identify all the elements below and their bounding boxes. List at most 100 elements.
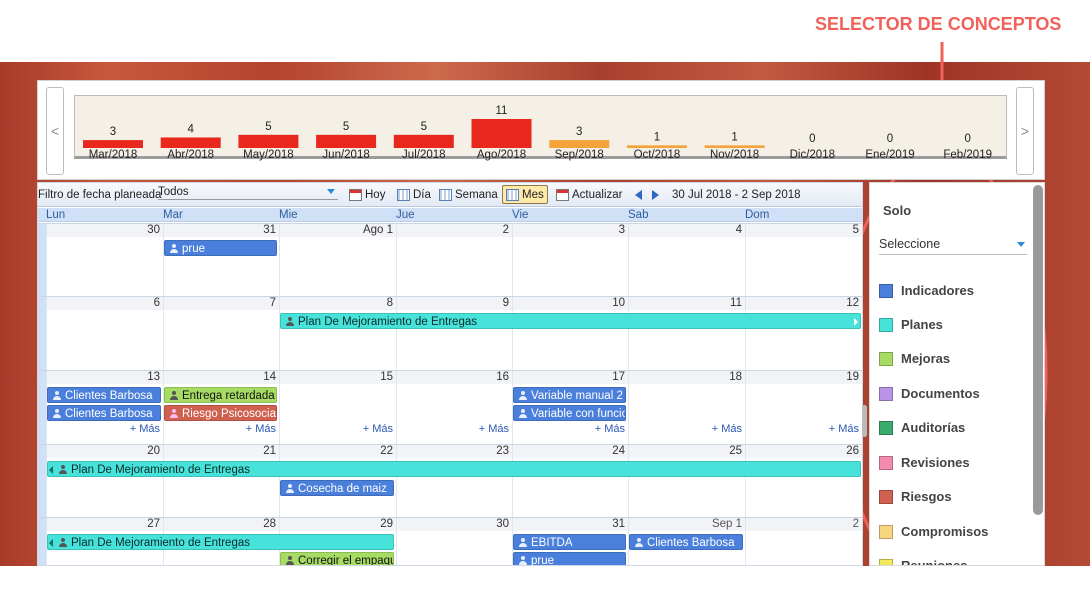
bar-feb-2019[interactable]: [938, 147, 998, 148]
day-cell[interactable]: 19 + Más: [745, 371, 862, 444]
event-prue[interactable]: prue: [164, 240, 277, 256]
day-cell[interactable]: 16 + Más: [396, 371, 512, 444]
day-cell[interactable]: 30: [396, 518, 512, 565]
bar-may-2018[interactable]: [238, 134, 299, 148]
day-cell[interactable]: 12: [745, 297, 862, 370]
week-strip: [38, 224, 46, 296]
color-swatch: [879, 559, 893, 565]
day-number: 3: [618, 224, 625, 236]
annotation-title: SELECTOR DE CONCEPTOS: [815, 14, 1062, 34]
category-label: Mar/2018: [89, 149, 138, 161]
more-link[interactable]: + Más: [130, 423, 160, 435]
day-number: 31: [612, 518, 625, 530]
bar-sep-2018[interactable]: [549, 140, 610, 148]
bar-oct-2018[interactable]: [626, 145, 687, 148]
event-clientes-barbosa[interactable]: Clientes Barbosa: [47, 405, 161, 421]
event-ebitda[interactable]: EBITDA: [513, 534, 626, 550]
event-variable-manual[interactable]: Variable manual 2: [513, 387, 626, 403]
event-entrega-retardada[interactable]: Entrega retardada: [164, 387, 277, 403]
bar-jul-2018[interactable]: [393, 134, 454, 148]
event-clientes-barbosa[interactable]: Clientes Barbosa: [629, 534, 743, 550]
more-link[interactable]: + Más: [595, 423, 625, 435]
month-view-button[interactable]: Mes: [502, 185, 548, 204]
chart-prev-button[interactable]: <: [46, 87, 64, 175]
solo-label: Solo: [883, 203, 912, 218]
bar-nov-2018[interactable]: [704, 145, 765, 148]
prev-period-button[interactable]: [635, 187, 642, 203]
day-cell[interactable]: 21: [163, 445, 279, 517]
bar-value-label: 3: [576, 126, 582, 138]
bar-dic-2018[interactable]: [782, 147, 842, 148]
day-cell[interactable]: 6: [46, 297, 163, 370]
day-cell[interactable]: 11: [628, 297, 745, 370]
event-cosecha-maiz[interactable]: Cosecha de maiz: [280, 480, 394, 496]
person-icon: [519, 409, 527, 418]
calendar-scrollbar[interactable]: [862, 405, 867, 437]
day-cell[interactable]: 30: [46, 224, 163, 296]
category-label: Abr/2018: [167, 149, 214, 161]
day-cell[interactable]: 10: [512, 297, 628, 370]
sidebar-scrollbar[interactable]: [1033, 185, 1043, 515]
day-header: [280, 297, 396, 310]
day-cell[interactable]: 20: [46, 445, 163, 517]
day-view-button[interactable]: Día: [397, 187, 431, 203]
day-cell[interactable]: 8: [279, 297, 396, 370]
date-filter[interactable]: Filtro de fecha planeada: [38, 187, 161, 203]
event-clientes-barbosa[interactable]: Clientes Barbosa: [47, 387, 161, 403]
bar-ene-2019[interactable]: [860, 147, 920, 148]
color-swatch: [879, 525, 893, 539]
month-grid-icon: [506, 188, 519, 201]
day-cell[interactable]: Ago 1: [279, 224, 396, 296]
dayname-mar: Mar: [163, 209, 183, 221]
day-number: 11: [730, 297, 742, 309]
day-cell[interactable]: 2: [396, 224, 512, 296]
event-label: Clientes Barbosa: [65, 390, 153, 402]
day-cell[interactable]: 31: [163, 224, 279, 296]
day-cell[interactable]: 2: [745, 518, 862, 565]
person-icon: [53, 409, 61, 418]
event-riesgo-psicosocial[interactable]: Riesgo Psicosocial: [164, 405, 277, 421]
next-period-button[interactable]: [652, 187, 659, 203]
event-plan-mejoramiento[interactable]: Plan De Mejoramiento de Entregas: [280, 313, 861, 329]
week-strip: [38, 445, 46, 517]
day-cell[interactable]: 15 + Más: [279, 371, 396, 444]
bar-mar-2018[interactable]: [83, 140, 143, 148]
date-filter-select[interactable]: Todos: [158, 184, 338, 200]
concept-label: Revisiones: [901, 455, 970, 470]
day-cell[interactable]: 3: [512, 224, 628, 296]
day-number: 18: [729, 371, 742, 383]
day-cell[interactable]: 7: [163, 297, 279, 370]
day-cell[interactable]: 18 + Más: [628, 371, 745, 444]
color-swatch: [879, 490, 893, 504]
day-header: [746, 371, 862, 384]
concept-select[interactable]: Seleccione: [879, 237, 1027, 255]
event-prue[interactable]: prue: [513, 552, 626, 565]
more-link[interactable]: + Más: [712, 423, 742, 435]
week-view-button[interactable]: Semana: [439, 187, 498, 203]
more-link[interactable]: + Más: [246, 423, 276, 435]
bottom-whitespace: [0, 566, 1090, 593]
bar-jun-2018[interactable]: [316, 134, 377, 148]
event-corregir-empaque[interactable]: Corregir el empaque: [280, 552, 394, 565]
concept-label: Reuniones: [901, 558, 968, 566]
day-cell[interactable]: 5: [745, 224, 862, 296]
more-link[interactable]: + Más: [829, 423, 859, 435]
day-cell[interactable]: 9: [396, 297, 512, 370]
chart-next-button[interactable]: >: [1016, 87, 1034, 175]
concept-label: Documentos: [901, 386, 980, 401]
day-cell[interactable]: 4: [628, 224, 745, 296]
today-button[interactable]: Hoy: [349, 187, 385, 203]
more-link[interactable]: + Más: [479, 423, 509, 435]
event-plan-mejoramiento[interactable]: Plan De Mejoramiento de Entregas: [47, 534, 394, 550]
event-variable-funcion[interactable]: Variable con funcion: [513, 405, 626, 421]
more-link[interactable]: + Más: [363, 423, 393, 435]
day-cell[interactable]: 25: [628, 445, 745, 517]
day-cell[interactable]: 26: [745, 445, 862, 517]
event-plan-mejoramiento[interactable]: Plan De Mejoramiento de Entregas: [47, 461, 861, 477]
bar-abr-2018[interactable]: [160, 137, 221, 148]
day-cell[interactable]: 23: [396, 445, 512, 517]
refresh-button[interactable]: Actualizar: [556, 187, 623, 203]
bar-value-label: 3: [110, 126, 116, 138]
bar-ago-2018[interactable]: [471, 119, 532, 148]
day-cell[interactable]: 24: [512, 445, 628, 517]
